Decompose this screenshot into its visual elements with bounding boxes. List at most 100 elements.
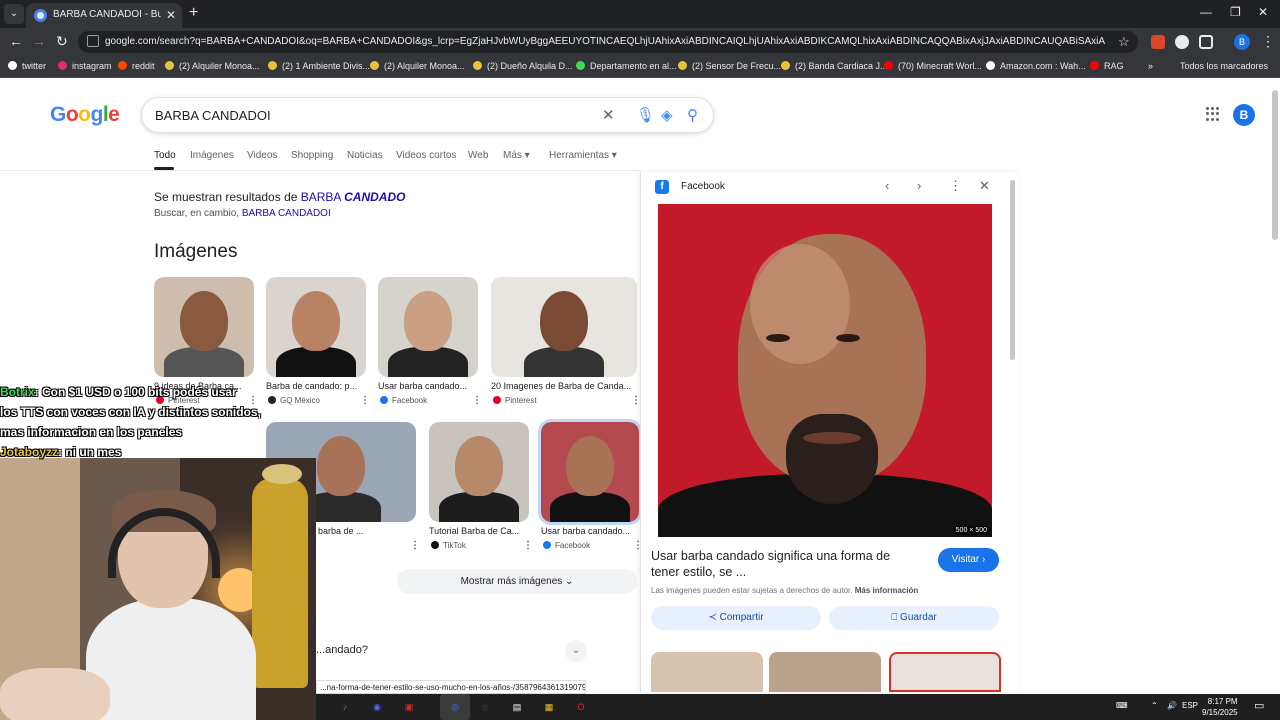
search-box[interactable]: BARBA CANDADOI ✕ 🎙 ◈ ⚲ [141, 97, 714, 133]
site-info-icon[interactable] [87, 35, 99, 47]
tab-search-button[interactable]: ⌄ [4, 4, 24, 24]
image-result-title[interactable]: 20 Imagenes de Barba de Canda... [491, 381, 641, 391]
more-info-link[interactable]: Más información [855, 586, 919, 595]
preview-image[interactable]: ⌖ 500 × 500 [658, 204, 992, 537]
search-input[interactable]: BARBA CANDADOI [155, 108, 271, 123]
bookmark-item[interactable]: (2) Alquiler Monoa... [370, 61, 465, 71]
bookmark-item[interactable]: (2) Alquiler Monoa... [165, 61, 260, 71]
image-result-thumbnail[interactable] [378, 277, 478, 377]
image-result-title[interactable]: Barba de candado: p... [266, 381, 370, 391]
image-result-source[interactable]: TikTok [431, 541, 466, 550]
related-image[interactable] [889, 652, 1001, 692]
tab-news[interactable]: Noticias [347, 150, 383, 161]
show-more-images-button[interactable]: Mostrar más imágenes ⌄ [397, 569, 637, 594]
image-result-thumbnail[interactable] [491, 277, 637, 377]
page-scrollbar[interactable] [1272, 90, 1278, 240]
image-result-source[interactable]: Pinterest [493, 396, 537, 405]
corrected-query-link[interactable]: BARBA CANDADO [301, 190, 406, 204]
image-result-thumbnail[interactable] [266, 277, 366, 377]
bookmark-item[interactable]: twitter [8, 61, 46, 71]
taskbar-app-icon[interactable]: ◎ [444, 697, 466, 717]
bookmark-item[interactable]: reddit [118, 61, 155, 71]
visit-button[interactable]: Visitar › [938, 548, 999, 572]
address-url[interactable]: google.com/search?q=BARBA+CANDADOI&oq=BA… [105, 36, 1105, 47]
back-icon[interactable]: ← [9, 33, 23, 49]
browser-tab-active[interactable]: BARBA CANDADOI - Buscar con Google ✕ [26, 3, 182, 28]
image-result-source[interactable]: Facebook [543, 541, 590, 550]
bookmark-item[interactable]: (70) Minecraft Worl... [884, 61, 982, 71]
notifications-icon[interactable]: ▭ [1254, 699, 1264, 712]
image-result-thumbnail[interactable] [154, 277, 254, 377]
save-button[interactable]: ⎕ Guardar [829, 606, 999, 630]
tab-more[interactable]: Más ▾ [503, 150, 530, 161]
original-query-link[interactable]: BARBA CANDADOI [242, 208, 331, 219]
bookmark-item[interactable]: (2) 1 Ambiente Divis... [268, 61, 370, 71]
panel-source[interactable]: Facebook [681, 181, 725, 192]
tab-close-icon[interactable]: ✕ [166, 8, 176, 22]
image-result-title[interactable]: Usar barba candado... [541, 526, 643, 536]
lens-search-icon[interactable]: ◈ [661, 106, 673, 124]
previous-image-icon[interactable]: ‹ [885, 178, 889, 193]
close-panel-icon[interactable]: ✕ [979, 178, 990, 194]
profile-avatar[interactable]: B [1234, 34, 1250, 50]
image-options-icon[interactable]: ⋮ [360, 395, 370, 406]
tab-web[interactable]: Web [468, 150, 488, 161]
language-indicator[interactable]: ESP [1182, 701, 1198, 710]
minimize-icon[interactable]: — [1200, 5, 1212, 19]
image-options-icon[interactable]: ⋮ [472, 395, 482, 406]
image-caption[interactable]: Usar barba candado significa una forma d… [651, 548, 921, 580]
extensions-puzzle-icon[interactable] [1199, 35, 1213, 49]
new-tab-button[interactable]: + [189, 4, 198, 22]
taskbar-app-icon[interactable]: ▣ [398, 697, 420, 717]
bookmark-item[interactable]: (2) Dueño Alquila D... [473, 61, 573, 71]
account-avatar[interactable]: B [1233, 104, 1255, 126]
tab-images[interactable]: Imágenes [190, 150, 234, 161]
tray-chevron-icon[interactable]: ⌃ [1151, 701, 1158, 710]
chrome-menu-icon[interactable]: ⋮ [1261, 33, 1275, 50]
google-apps-icon[interactable] [1206, 107, 1220, 121]
more-bookmarks-icon[interactable]: » [1148, 61, 1153, 71]
keyboard-icon[interactable]: ⌨ [1116, 701, 1128, 710]
tab-tools[interactable]: Herramientas ▾ [549, 150, 617, 161]
search-icon[interactable]: ⚲ [687, 106, 698, 124]
voice-search-icon[interactable]: 🎙 [636, 106, 655, 124]
image-options-icon[interactable]: ⋮ [410, 540, 420, 551]
image-result-thumbnail[interactable] [429, 422, 529, 522]
tab-shopping[interactable]: Shopping [291, 150, 333, 161]
reload-icon[interactable]: ↻ [56, 33, 68, 50]
next-image-icon[interactable]: › [917, 178, 921, 193]
related-image[interactable] [769, 652, 881, 692]
bookmark-item[interactable]: Amazon.com : Wah... [986, 61, 1086, 71]
all-bookmarks-folder[interactable]: Todos los marcadores [1180, 61, 1268, 71]
image-options-icon[interactable]: ⋮ [523, 540, 533, 551]
address-bar[interactable]: google.com/search?q=BARBA+CANDADOI&oq=BA… [78, 31, 1138, 53]
bookmark-item[interactable]: (2) Sensor De Frecu... [678, 61, 781, 71]
bookmark-star-icon[interactable]: ☆ [1118, 34, 1130, 50]
share-button[interactable]: ≺ Compartir [651, 606, 821, 630]
image-result-title[interactable]: Usar barba candado... [378, 381, 482, 391]
related-question[interactable]: ...andado? [316, 644, 368, 656]
clear-search-icon[interactable]: ✕ [602, 106, 615, 124]
image-result-source[interactable]: Facebook [380, 396, 427, 405]
bookmark-item[interactable]: (2) Banda Cardiaca J... [781, 61, 888, 71]
taskbar-app-icon[interactable]: ♪ [334, 697, 356, 717]
more-options-icon[interactable]: ⋮ [949, 178, 962, 194]
window-close-icon[interactable]: ✕ [1258, 5, 1268, 19]
bookmark-item[interactable]: Departamento en al... [576, 61, 677, 71]
system-clock[interactable]: 8:17 PM 9/15/2025 [1202, 696, 1238, 718]
panel-scrollbar[interactable] [1010, 180, 1015, 360]
restore-icon[interactable]: ❐ [1230, 5, 1241, 19]
image-result-source[interactable]: GQ México [268, 396, 320, 405]
volume-icon[interactable]: 🔊 [1167, 701, 1177, 710]
forward-icon[interactable]: → [32, 33, 46, 49]
extension-icon[interactable] [1175, 35, 1189, 49]
bookmark-item[interactable]: RAG [1090, 61, 1124, 71]
related-image[interactable] [651, 652, 763, 692]
taskbar-app-icon[interactable]: ◍ [474, 697, 496, 717]
taskbar-app-icon[interactable]: O [570, 697, 592, 717]
image-result-title[interactable]: Tutorial Barba de Ca... [429, 526, 533, 536]
tab-all[interactable]: Todo [154, 150, 176, 161]
bookmark-item[interactable]: instagram [58, 61, 112, 71]
taskbar-app-icon[interactable]: ▤ [506, 697, 528, 717]
tab-short-videos[interactable]: Videos cortos [396, 150, 456, 161]
